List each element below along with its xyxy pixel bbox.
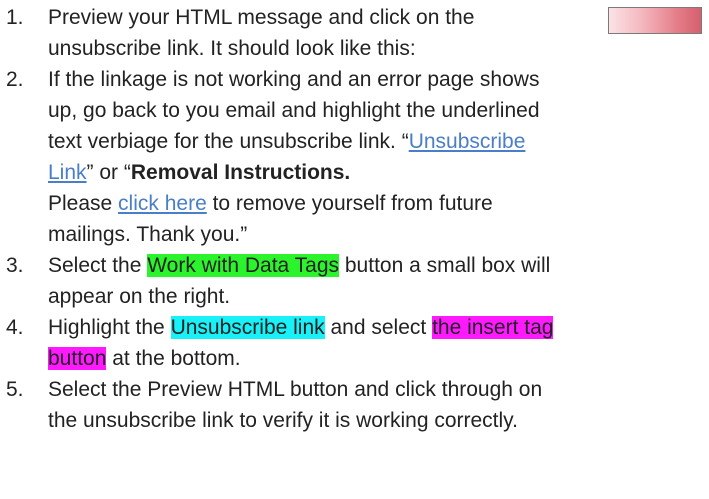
- step-line: text verbiage for the unsubscribe link. …: [48, 130, 409, 153]
- step-text: If the linkage is not working and an err…: [48, 64, 709, 250]
- highlight-insert-tag: the insert tag: [432, 316, 554, 339]
- highlight-work-with-data-tags: Work with Data Tags: [147, 254, 340, 277]
- step-text-after: to remove yourself from future: [206, 192, 493, 215]
- step-text-pre: Highlight the: [48, 316, 171, 339]
- step-4: 4. Highlight the Unsubscribe link and se…: [0, 312, 709, 374]
- step-5: 5. Select the Preview HTML button and cl…: [0, 374, 709, 436]
- step-text: Select the Preview HTML button and click…: [48, 374, 709, 436]
- step-text-post: at the bottom.: [106, 347, 241, 370]
- unsubscribe-link[interactable]: Unsubscribe: [409, 130, 526, 153]
- unsubscribe-link-continued[interactable]: Link: [48, 161, 87, 184]
- step-line: mailings. Thank you.”: [48, 223, 248, 246]
- step-line: Preview your HTML message and click on t…: [48, 6, 475, 29]
- step-number: 1.: [6, 6, 24, 29]
- instruction-list: 1. Preview your HTML message and click o…: [0, 2, 709, 436]
- step-number: 2.: [6, 68, 24, 91]
- unsubscribe-link-example-image: [608, 7, 702, 34]
- highlight-unsubscribe-link: Unsubscribe link: [170, 316, 325, 339]
- step-line: the unsubscribe link to verify it is wor…: [48, 409, 518, 432]
- step-text-post: button a small box will: [339, 254, 551, 277]
- step-line: up, go back to you email and highlight t…: [48, 99, 540, 122]
- step-line: If the linkage is not working and an err…: [48, 68, 540, 91]
- step-text-mid: and select: [324, 316, 433, 339]
- step-number: 3.: [6, 254, 24, 277]
- step-line: appear on the right.: [48, 285, 231, 308]
- click-here-link[interactable]: click here: [118, 192, 207, 215]
- step-text-mid: ” or “: [86, 161, 131, 184]
- step-line: unsubscribe link. It should look like th…: [48, 37, 416, 60]
- step-line: Select the Preview HTML button and click…: [48, 378, 543, 401]
- step-text: Select the Work with Data Tags button a …: [48, 250, 709, 312]
- step-number: 5.: [6, 378, 24, 401]
- highlight-insert-tag-button: button: [48, 347, 107, 370]
- step-text: Highlight the Unsubscribe link and selec…: [48, 312, 709, 374]
- step-text-pre: Select the: [48, 254, 148, 277]
- step-2: 2. If the linkage is not working and an …: [0, 64, 709, 250]
- step-3: 3. Select the Work with Data Tags button…: [0, 250, 709, 312]
- step-text-please: Please: [48, 192, 119, 215]
- step-number: 4.: [6, 316, 24, 339]
- step-1: 1. Preview your HTML message and click o…: [0, 2, 709, 64]
- removal-instructions-text: Removal Instructions.: [130, 161, 351, 184]
